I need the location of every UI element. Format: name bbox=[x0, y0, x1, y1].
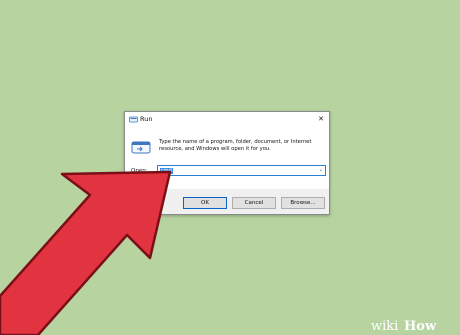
open-label: Open: bbox=[131, 168, 148, 174]
cancel-button[interactable]: Cancel bbox=[232, 197, 276, 209]
ok-button[interactable]: OK bbox=[183, 197, 227, 209]
chevron-down-icon[interactable]: ⌄ bbox=[319, 167, 323, 174]
run-dialog: Run ✕ Type the name of a program, folder… bbox=[124, 111, 330, 215]
watermark-how-text: How bbox=[404, 319, 437, 333]
wikihow-watermark: wiki How bbox=[371, 319, 437, 333]
open-input-value[interactable]: cmd bbox=[160, 167, 173, 174]
dialog-message: Type the name of a program, folder, docu… bbox=[159, 139, 312, 153]
open-input[interactable]: cmd ⌄ bbox=[157, 165, 326, 176]
dialog-body: Type the name of a program, folder, docu… bbox=[125, 127, 329, 189]
run-icon bbox=[129, 116, 138, 123]
dialog-title: Run bbox=[140, 115, 153, 123]
button-bar: OK Cancel Browse... bbox=[125, 189, 329, 214]
browse-button[interactable]: Browse... bbox=[281, 197, 325, 209]
run-program-icon bbox=[131, 141, 151, 154]
title-bar[interactable]: Run ✕ bbox=[125, 112, 329, 127]
watermark-wiki-text: wiki bbox=[371, 319, 398, 333]
close-icon[interactable]: ✕ bbox=[318, 114, 324, 124]
